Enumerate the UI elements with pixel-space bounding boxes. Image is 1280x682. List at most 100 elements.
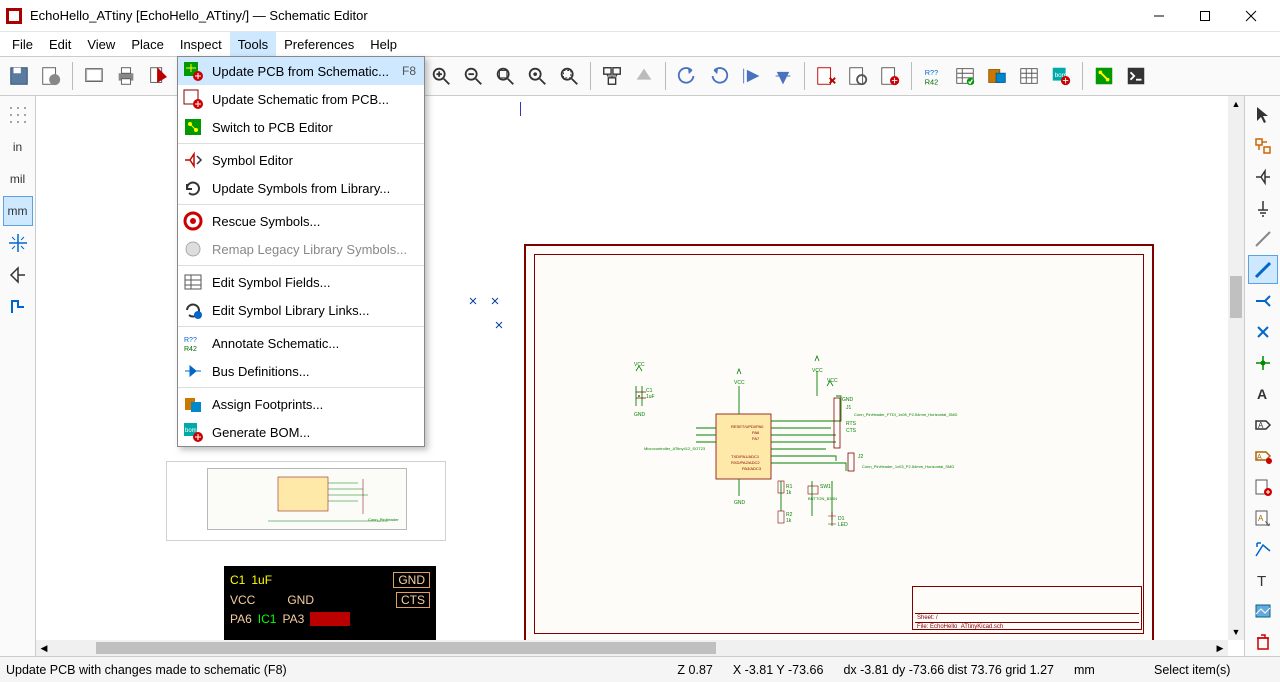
add-wire-tool[interactable]	[1248, 224, 1278, 253]
plot-button[interactable]	[143, 61, 173, 91]
pcb-pa3: PA3	[282, 612, 304, 626]
menu-item-icon	[182, 149, 204, 171]
add-line-tool[interactable]	[1248, 534, 1278, 563]
units-mils[interactable]: mil	[3, 164, 33, 194]
symbol-fields-button[interactable]	[950, 61, 980, 91]
schematic-setup-button[interactable]	[36, 61, 66, 91]
global-label-tool[interactable]: A	[1248, 410, 1278, 439]
hierarchical-label-tool[interactable]: A	[1248, 441, 1278, 470]
menu-tools[interactable]: Tools	[230, 32, 276, 56]
hidden-pins-button[interactable]	[3, 260, 33, 290]
svg-text:↘: ↘	[1264, 519, 1271, 528]
tools-menu-item[interactable]: Edit Symbol Fields...	[178, 268, 424, 296]
mini-preview: Conn_PinHeader	[166, 461, 446, 541]
import-sheet-pin-tool[interactable]: A↘	[1248, 503, 1278, 532]
tools-menu-item[interactable]: Switch to PCB Editor	[178, 113, 424, 141]
menu-item-icon	[182, 299, 204, 321]
titleblock: Sheet: / File: EchoHello_ATtinyKicad.sch	[912, 586, 1142, 630]
menu-preferences[interactable]: Preferences	[276, 32, 362, 56]
page-settings-button[interactable]	[79, 61, 109, 91]
free-angle-button[interactable]	[3, 292, 33, 322]
zoom-out-button[interactable]	[458, 61, 488, 91]
tools-menu-item[interactable]: Edit Symbol Library Links...	[178, 296, 424, 324]
add-power-tool[interactable]	[1248, 193, 1278, 222]
unit-label: mil	[10, 172, 25, 186]
mirror-v-button[interactable]	[736, 61, 766, 91]
menu-view[interactable]: View	[79, 32, 123, 56]
cursor-full-button[interactable]	[3, 228, 33, 258]
zoom-in-button[interactable]	[426, 61, 456, 91]
grid-toggle[interactable]	[3, 100, 33, 130]
junction-tool[interactable]	[1248, 348, 1278, 377]
menu-item-icon	[182, 271, 204, 293]
add-image-tool[interactable]	[1248, 596, 1278, 625]
delete-tool[interactable]	[1248, 627, 1278, 656]
units-mm[interactable]: mm	[3, 196, 33, 226]
pcb-preview: C1 1uF GND VCC GND CTS PA6 IC1 PA3	[224, 566, 436, 646]
erc-button[interactable]	[811, 61, 841, 91]
add-sheet-tool[interactable]	[1248, 472, 1278, 501]
add-bus-tool[interactable]	[1248, 255, 1278, 284]
zoom-fit-button[interactable]	[490, 61, 520, 91]
menu-item-icon	[182, 88, 204, 110]
tools-menu-item[interactable]: bomGenerate BOM...	[178, 418, 424, 446]
mirror-h-button[interactable]	[768, 61, 798, 91]
menu-item-icon	[182, 210, 204, 232]
tools-menu-item[interactable]: Assign Footprints...	[178, 390, 424, 418]
no-connect-tool[interactable]	[1248, 317, 1278, 346]
inspect-button[interactable]	[843, 61, 873, 91]
tools-menu-item[interactable]: Bus Definitions...	[178, 357, 424, 385]
vertical-scrollbar[interactable]: ▲ ▼	[1228, 96, 1244, 640]
rotate-cw-button[interactable]	[704, 61, 734, 91]
hierarchy-button[interactable]	[597, 61, 627, 91]
select-tool[interactable]	[1248, 100, 1278, 129]
menu-file[interactable]: File	[4, 32, 41, 56]
zoom-selection-button[interactable]	[554, 61, 584, 91]
scripting-console-button[interactable]	[1121, 61, 1151, 91]
simulator-button[interactable]	[875, 61, 905, 91]
tools-menu-item[interactable]: Update Symbols from Library...	[178, 174, 424, 202]
status-zoom: Z 0.87	[677, 663, 712, 677]
svg-text:A: A	[1257, 454, 1262, 461]
tools-menu-item[interactable]: Rescue Symbols...	[178, 207, 424, 235]
add-symbol-tool[interactable]	[1248, 162, 1278, 191]
print-button[interactable]	[111, 61, 141, 91]
annotate-button[interactable]: R??R42	[918, 61, 948, 91]
units-inches[interactable]: in	[3, 132, 33, 162]
rotate-ccw-button[interactable]	[672, 61, 702, 91]
bom-button[interactable]	[1014, 61, 1044, 91]
generate-bom-button[interactable]: bom	[1046, 61, 1076, 91]
menu-edit[interactable]: Edit	[41, 32, 79, 56]
minimize-button[interactable]	[1136, 0, 1182, 32]
pcb-gnd2: GND	[287, 593, 314, 607]
maximize-button[interactable]	[1182, 0, 1228, 32]
menu-inspect[interactable]: Inspect	[172, 32, 230, 56]
add-text-tool[interactable]: T	[1248, 565, 1278, 594]
tools-menu-item[interactable]: Update PCB from Schematic...F8	[178, 57, 424, 85]
app-icon	[6, 8, 22, 24]
zoom-objects-button[interactable]	[522, 61, 552, 91]
menu-item-label: Assign Footprints...	[212, 397, 416, 412]
tools-dropdown: Update PCB from Schematic...F8Update Sch…	[177, 56, 425, 447]
horizontal-scrollbar[interactable]: ◀ ▶	[36, 640, 1228, 656]
highlight-net-tool[interactable]	[1248, 131, 1278, 160]
status-mode: Select item(s)	[1154, 663, 1274, 677]
tools-menu-item[interactable]: R??R42Annotate Schematic...	[178, 329, 424, 357]
menu-help[interactable]: Help	[362, 32, 405, 56]
cursor-marker	[520, 102, 521, 116]
assign-footprints-button[interactable]	[982, 61, 1012, 91]
nav-up-button[interactable]	[629, 61, 659, 91]
close-button[interactable]	[1228, 0, 1274, 32]
save-button[interactable]	[4, 61, 34, 91]
menu-item-icon	[182, 393, 204, 415]
svg-text:T: T	[1257, 573, 1266, 590]
tools-menu-item[interactable]: Symbol Editor	[178, 146, 424, 174]
bus-entry-tool[interactable]	[1248, 286, 1278, 315]
tools-menu-item[interactable]: Update Schematic from PCB...	[178, 85, 424, 113]
menu-item-label: Edit Symbol Fields...	[212, 275, 416, 290]
window-title: EchoHello_ATtiny [EchoHello_ATtiny/] — S…	[30, 8, 368, 23]
net-label-tool[interactable]: A	[1248, 379, 1278, 408]
tools-menu-item: Remap Legacy Library Symbols...	[178, 235, 424, 263]
menu-place[interactable]: Place	[123, 32, 172, 56]
pcb-editor-button[interactable]	[1089, 61, 1119, 91]
